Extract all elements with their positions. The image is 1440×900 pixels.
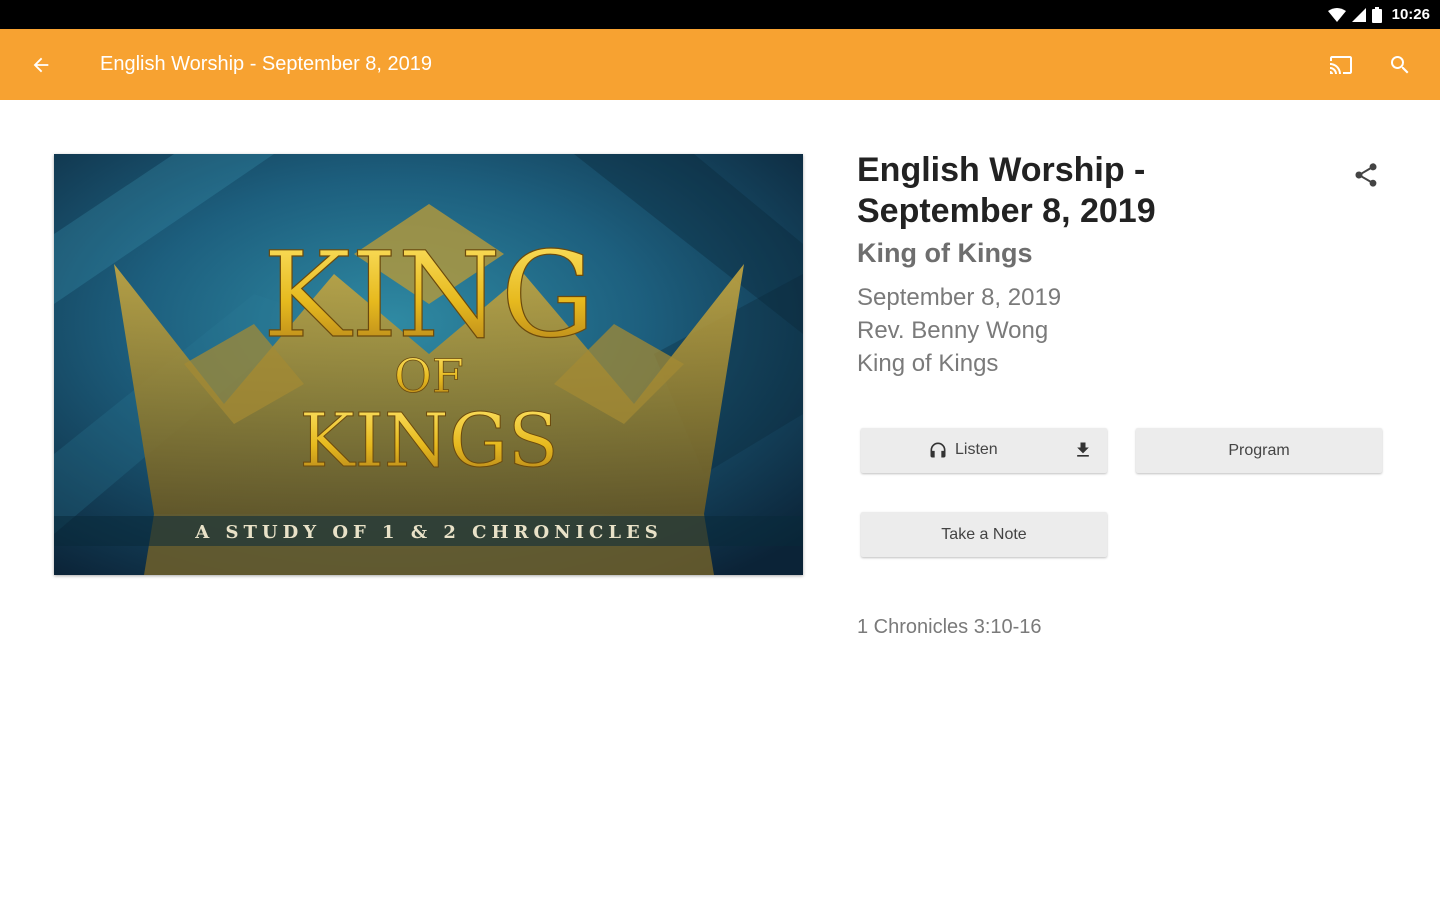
artwork-caption: A STUDY OF 1 & 2 CHRONICLES: [194, 522, 662, 543]
share-button[interactable]: [1345, 154, 1387, 196]
sermon-series[interactable]: King of Kings: [857, 350, 998, 378]
program-button[interactable]: Program: [1136, 428, 1382, 473]
status-time: 10:26: [1391, 6, 1430, 23]
artwork-title-king: KING: [263, 226, 595, 364]
download-icon[interactable]: [1073, 439, 1093, 461]
sermon-title: English Worship - September 8, 2019: [857, 151, 1156, 230]
listen-label: Listen: [955, 441, 998, 458]
search-button[interactable]: [1381, 46, 1419, 84]
sermon-artwork: KING OF KINGS A STUDY OF 1 & 2 CHRONICLE…: [54, 154, 803, 575]
app-bar: English Worship - September 8, 2019: [0, 29, 1440, 100]
search-icon: [1391, 56, 1409, 74]
scripture-reference[interactable]: 1 Chronicles 3:10-16: [857, 616, 1042, 639]
listen-button[interactable]: Listen: [861, 428, 1107, 473]
artwork-title-of: OF: [394, 349, 464, 403]
cast-icon: [1330, 56, 1352, 74]
program-label: Program: [1228, 441, 1290, 459]
back-button[interactable]: [22, 46, 60, 84]
artwork-graphic: KING OF KINGS A STUDY OF 1 & 2 CHRONICLE…: [54, 154, 803, 575]
battery-icon: [1371, 6, 1382, 23]
artwork-title-kings: KINGS: [299, 398, 558, 484]
take-note-label: Take a Note: [941, 525, 1027, 543]
status-icons: 10:26: [1327, 5, 1430, 24]
headphones-icon: [930, 442, 946, 458]
take-note-button[interactable]: Take a Note: [861, 512, 1107, 557]
app-bar-title: English Worship - September 8, 2019: [100, 53, 433, 75]
wifi-icon: [1327, 7, 1346, 22]
sermon-speaker[interactable]: Rev. Benny Wong: [857, 317, 1048, 345]
status-bar: 10:26: [0, 0, 1440, 29]
cell-signal-icon: [1351, 7, 1366, 22]
arrow-back-icon: [33, 57, 49, 73]
share-icon: [1355, 163, 1377, 187]
sermon-subtitle: King of Kings: [857, 238, 1033, 268]
cast-button[interactable]: [1322, 46, 1360, 84]
sermon-date: September 8, 2019: [857, 284, 1062, 311]
listen-button-content: Listen: [927, 440, 998, 460]
